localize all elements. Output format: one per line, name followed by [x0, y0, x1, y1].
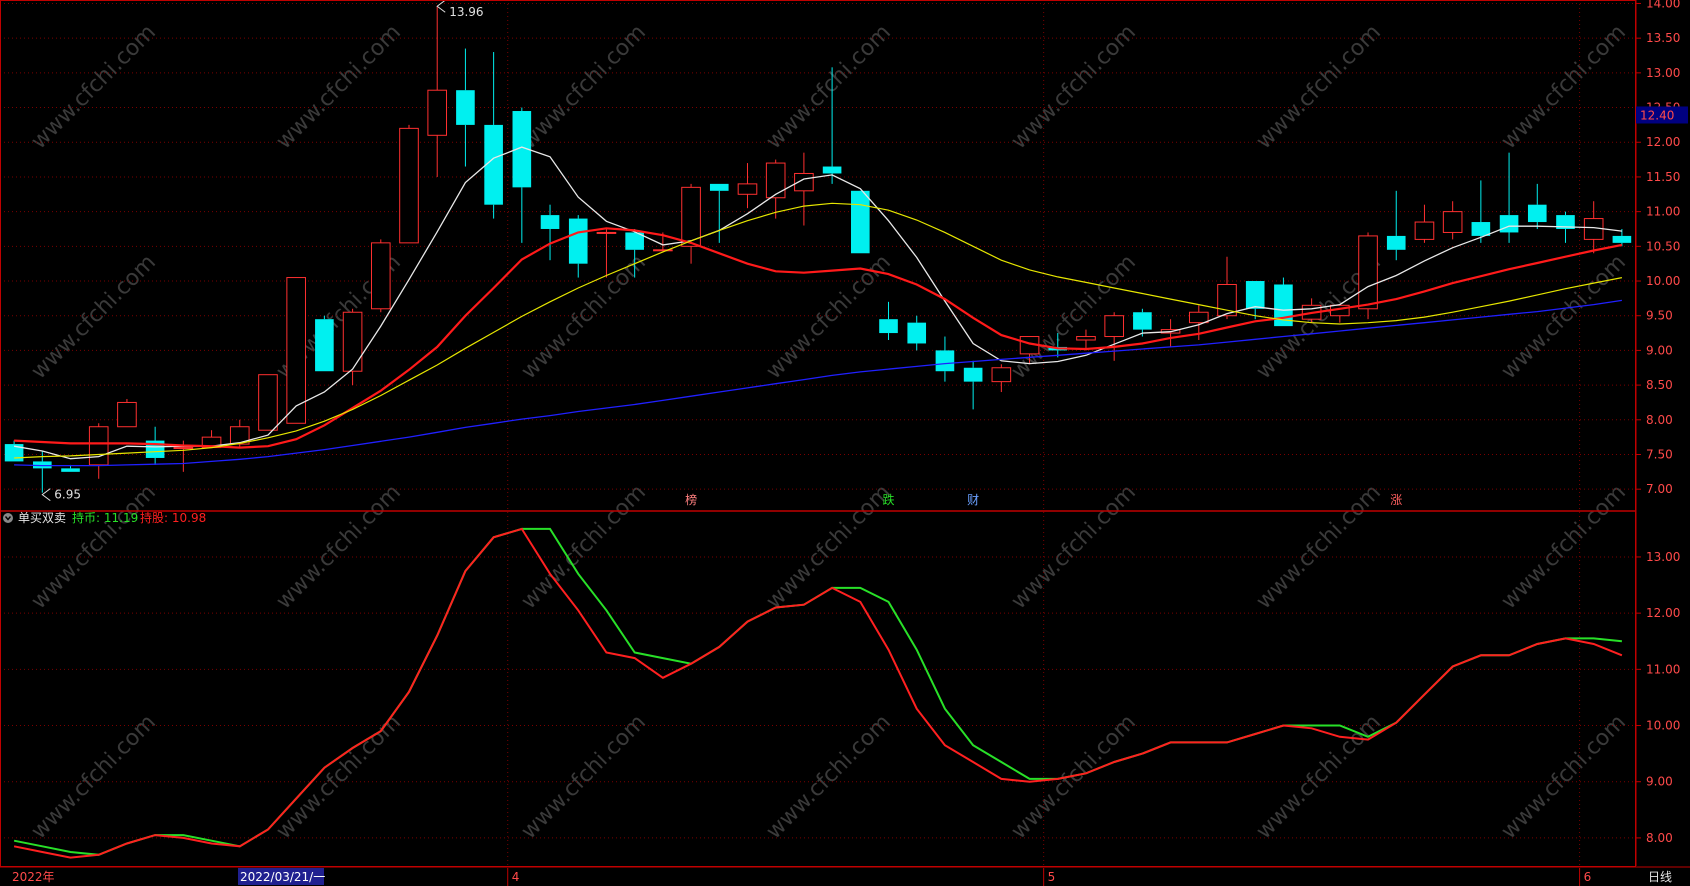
candle-body-down	[1499, 215, 1519, 233]
candle-body-down	[879, 319, 898, 334]
period-label: 日线	[1648, 870, 1672, 884]
price-tick-label: 7.50	[1646, 447, 1673, 461]
candle-body-down	[935, 350, 955, 372]
candle-body-up	[765, 162, 786, 199]
indicator-name: 单买双卖	[18, 511, 66, 525]
price-tick-label: 13.00	[1646, 66, 1680, 80]
candle-body-up	[258, 374, 278, 431]
price-tick-label: 12.00	[1646, 135, 1680, 149]
candle-body-down	[1471, 222, 1491, 236]
candle-body-up	[342, 311, 363, 372]
candlestick	[117, 398, 137, 428]
event-marker: 财	[967, 493, 979, 507]
cursor-date-label: 2022/03/21/一	[240, 870, 325, 884]
month-label: 5	[1048, 870, 1056, 884]
candle-body-down	[822, 166, 842, 174]
candlestick	[315, 315, 334, 372]
price-tick-label: 10.50	[1646, 239, 1680, 253]
candle-body-up	[1076, 336, 1096, 341]
price-tick-label: 8.50	[1646, 378, 1673, 392]
candle-body-up	[681, 186, 701, 247]
candle-body-up	[427, 89, 448, 136]
price-tick-label: 7.00	[1646, 482, 1673, 496]
candle-body-down	[540, 215, 560, 229]
candle-body-down	[1245, 281, 1265, 309]
candle-body-down	[456, 90, 475, 125]
indicator-header: 单买双卖 持币: 11.19 持股: 10.98	[3, 510, 206, 525]
current-price-tag: 12.40	[1636, 106, 1688, 124]
candle-body-down	[484, 124, 503, 205]
candle-body-up	[88, 426, 109, 466]
hold-share-value: 持股: 10.98	[140, 510, 206, 525]
candle-body-up	[286, 277, 306, 424]
current-price-label: 12.40	[1640, 108, 1674, 122]
month-label: 4	[512, 870, 520, 884]
low-label: 6.95	[54, 488, 81, 502]
candle-body-down	[907, 322, 927, 344]
candle-body-up	[596, 231, 617, 234]
candle-body-down	[851, 190, 870, 254]
indicator-tick-label: 13.00	[1646, 550, 1680, 564]
candle-body-up	[1442, 211, 1463, 233]
indicator-tick-label: 9.00	[1646, 775, 1673, 789]
price-tick-label: 11.00	[1646, 205, 1680, 219]
bottom-date-bar: 2022年 2022/03/21/一 4 5 6 日线	[0, 866, 1690, 886]
indicator-tick-label: 8.00	[1646, 831, 1673, 845]
price-tick-label: 9.00	[1646, 343, 1673, 357]
hold-coin-value: 持币: 11.19	[72, 510, 138, 525]
candle-body-up	[991, 367, 1012, 383]
candle-body-down	[1612, 235, 1632, 243]
candle-body-down	[963, 367, 983, 382]
candle-body-down	[709, 183, 729, 191]
candle-body-up	[1414, 221, 1435, 240]
candlestick	[851, 190, 870, 254]
candle-body-up	[1104, 315, 1124, 338]
candle-body-down	[1133, 312, 1152, 330]
year-label: 2022年	[12, 870, 55, 884]
high-label: 13.96	[449, 5, 483, 19]
price-tick-label: 13.50	[1646, 31, 1680, 45]
candle-body-down	[315, 319, 334, 372]
candle-body-down	[61, 468, 80, 472]
candle-body-up	[399, 127, 419, 244]
price-tick-label: 14.00	[1646, 0, 1680, 10]
price-tick-label: 9.50	[1646, 309, 1673, 323]
candle-body-up	[370, 242, 391, 310]
candle-body-down	[568, 218, 588, 264]
candle-body-down	[1527, 204, 1547, 223]
price-tick-label: 11.50	[1646, 170, 1680, 184]
stock-chart[interactable]: www.cfchi.com www.cfchi.com www.cfchi.com w…	[0, 0, 1690, 886]
candlestick	[370, 239, 391, 313]
month-label: 6	[1584, 870, 1592, 884]
candle-body-up	[173, 447, 194, 450]
candle-body-up	[1188, 311, 1209, 324]
candle-body-down	[1386, 235, 1406, 250]
event-marker: 涨	[1390, 492, 1402, 507]
indicator-tick-label: 12.00	[1646, 606, 1680, 620]
candle-body-up	[1358, 235, 1378, 310]
candlestick	[399, 124, 419, 244]
event-marker: 跌	[883, 492, 895, 507]
candlestick	[258, 374, 278, 431]
candle-body-up	[117, 401, 137, 428]
candle-body-up	[737, 183, 758, 195]
price-tick-label: 10.00	[1646, 274, 1680, 288]
event-marker: 榜	[685, 492, 697, 507]
price-tick-label: 8.00	[1646, 413, 1673, 427]
indicator-tick-label: 10.00	[1646, 719, 1680, 733]
indicator-tick-label: 11.00	[1646, 662, 1680, 676]
collapse-icon[interactable]	[3, 513, 13, 523]
candlestick	[286, 277, 306, 424]
